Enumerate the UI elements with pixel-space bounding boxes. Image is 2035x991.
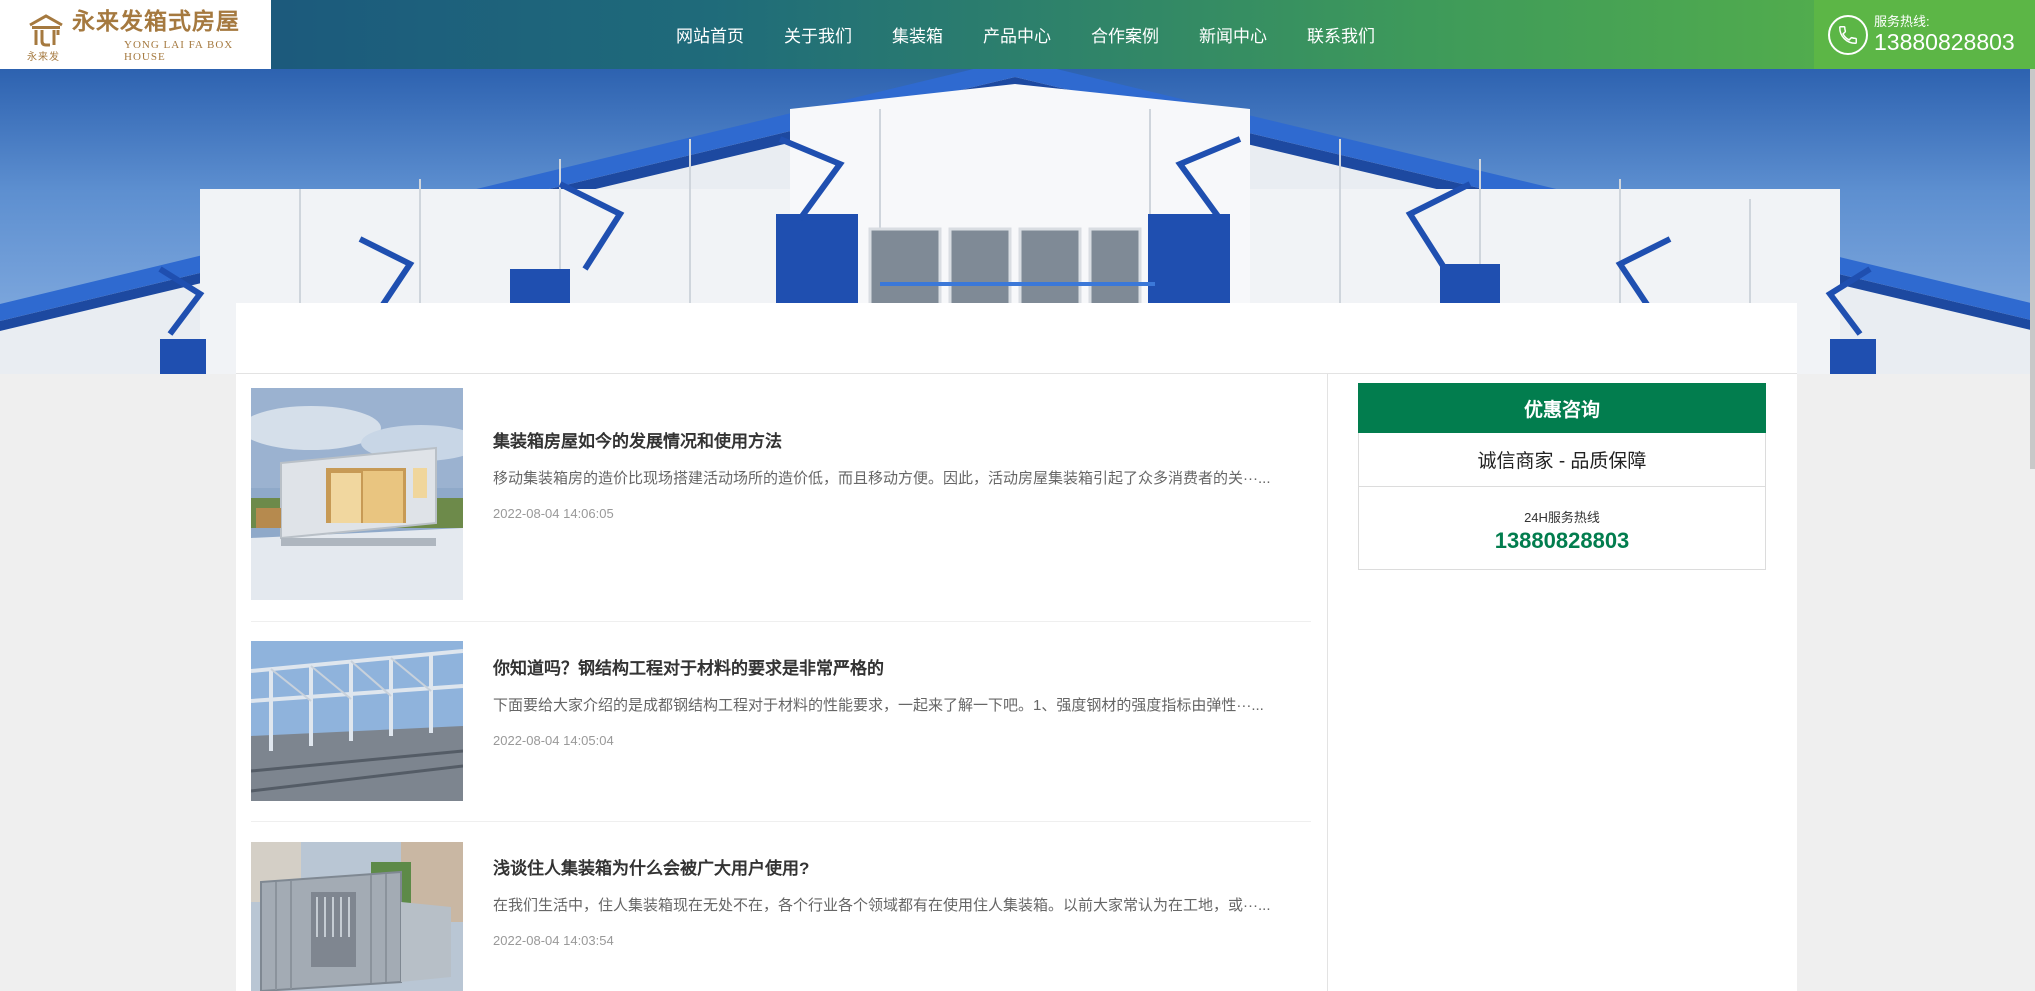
- article-date: 2022-08-04 14:06:05: [493, 506, 614, 521]
- brand-mark-text: 永来发: [27, 52, 60, 63]
- article-summary: 下面要给大家介绍的是成都钢结构工程对于材料的性能要求，一起来了解一下吧。1、强度…: [493, 697, 1264, 714]
- content-header-panel: [236, 303, 1797, 373]
- article-title[interactable]: 浅谈住人集装箱为什么会被广大用户使用?: [493, 858, 1293, 880]
- article-title[interactable]: 集装箱房屋如今的发展情况和使用方法: [493, 431, 1293, 453]
- article-date: 2022-08-04 14:03:54: [493, 933, 614, 948]
- hotline-label: 服务热线:: [1874, 14, 1930, 29]
- consult-box: 诚信商家 - 品质保障 24H服务热线 13880828803: [1358, 433, 1766, 570]
- phone-icon: [1828, 14, 1868, 55]
- nav-item-4[interactable]: 合作案例: [1091, 22, 1159, 47]
- logo[interactable]: 永来发箱式房屋 永来发 YONG LAI FA BOX HOUSE: [0, 0, 271, 69]
- article-date: 2022-08-04 14:05:04: [493, 733, 614, 748]
- scrollbar[interactable]: [2030, 69, 2035, 469]
- consult-slogan: 诚信商家 - 品质保障: [1359, 433, 1765, 487]
- nav-item-0[interactable]: 网站首页: [676, 22, 744, 47]
- brand-name: 永来发箱式房屋: [72, 7, 240, 35]
- nav-item-5[interactable]: 新闻中心: [1199, 22, 1267, 47]
- nav-item-3[interactable]: 产品中心: [983, 22, 1051, 47]
- consult-title: 优惠咨询: [1358, 383, 1766, 433]
- article-thumbnail[interactable]: [251, 388, 463, 600]
- consult-hotline-label: 24H服务热线: [1524, 510, 1600, 525]
- article-summary: 在我们生活中，住人集装箱现在无处不在，各个行业各个领域都有在使用住人集装箱。以前…: [493, 897, 1271, 914]
- article-thumbnail[interactable]: [251, 842, 463, 991]
- article-title[interactable]: 你知道吗？钢结构工程对于材料的要求是非常严格的: [493, 658, 1293, 680]
- nav-item-2[interactable]: 集装箱: [892, 22, 943, 47]
- brand-name-en: YONG LAI FA BOX HOUSE: [124, 38, 234, 63]
- column-divider: [1327, 373, 1328, 991]
- nav-item-1[interactable]: 关于我们: [784, 22, 852, 47]
- article-thumbnail[interactable]: [251, 641, 463, 801]
- main-nav: 网站首页 关于我们 集装箱 产品中心 合作案例 新闻中心 联系我们: [676, 0, 1375, 69]
- article-separator: [251, 821, 1311, 822]
- consult-hotline-number[interactable]: 13880828803: [1359, 528, 1765, 554]
- article-summary: 移动集装箱房的造价比现场搭建活动场所的造价低，而且移动方便。因此，活动房屋集装箱…: [493, 470, 1271, 487]
- divider: [236, 373, 1797, 374]
- hotline[interactable]: 服务热线: 13880828803: [1814, 0, 2035, 69]
- hotline-number: 13880828803: [1874, 29, 2015, 55]
- article-separator: [251, 621, 1311, 622]
- site-header: 永来发箱式房屋 永来发 YONG LAI FA BOX HOUSE 网站首页 关于…: [0, 0, 2035, 69]
- nav-item-6[interactable]: 联系我们: [1307, 22, 1375, 47]
